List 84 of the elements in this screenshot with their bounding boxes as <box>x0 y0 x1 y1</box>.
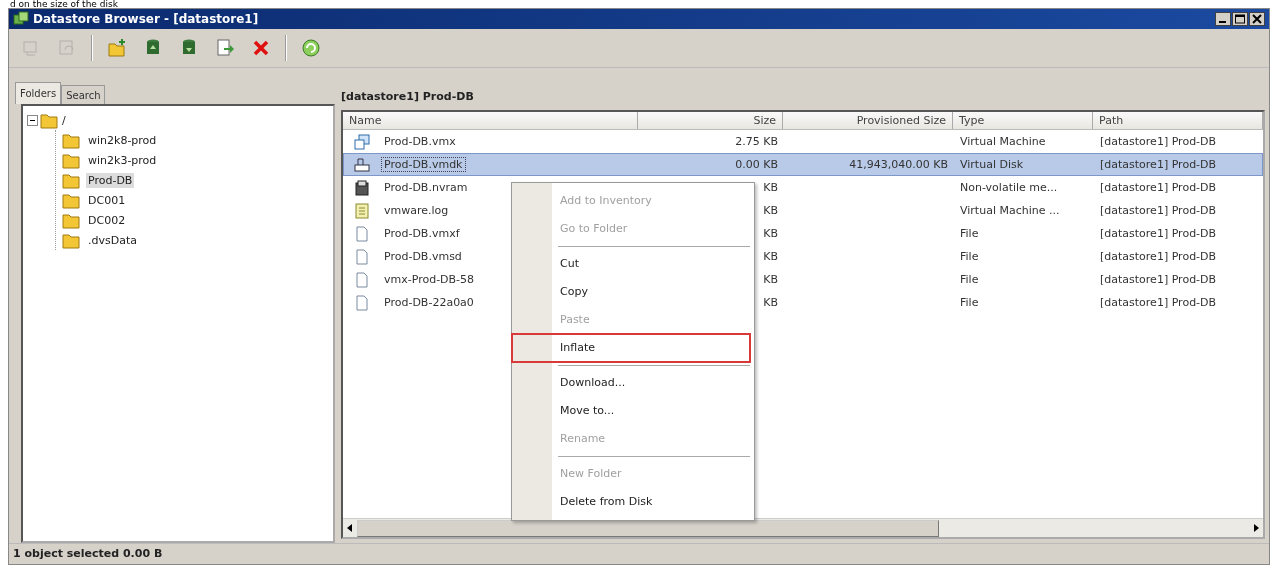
file-size: KB <box>763 250 778 263</box>
folder-icon <box>62 171 80 189</box>
file-path: [datastore1] Prod-DB <box>1100 296 1217 309</box>
file-type: File <box>960 227 979 240</box>
file-size: KB <box>763 296 778 309</box>
column-header[interactable]: Provisioned Size <box>783 112 953 129</box>
file-path: [datastore1] Prod-DB <box>1100 250 1217 263</box>
column-header[interactable]: Path <box>1093 112 1263 129</box>
tab[interactable]: Folders <box>15 82 62 104</box>
tree-item[interactable]: Prod-DB <box>86 172 135 188</box>
horizontal-scrollbar[interactable] <box>343 518 1263 537</box>
column-header[interactable]: Size <box>638 112 783 129</box>
column-header[interactable]: Type <box>953 112 1093 129</box>
file-icon <box>354 248 370 265</box>
file-icon <box>354 156 370 173</box>
folder-icon <box>62 211 80 229</box>
file-path: [datastore1] Prod-DB <box>1100 204 1217 217</box>
tree-item[interactable]: .dvsData <box>86 232 139 248</box>
file-icon <box>354 202 370 219</box>
refresh-icon <box>301 38 321 58</box>
menu-item[interactable]: Inflate <box>512 334 750 362</box>
file-path: [datastore1] Prod-DB <box>1100 158 1217 171</box>
folder-path: [datastore1] Prod-DB <box>341 90 475 105</box>
file-icon <box>354 271 370 288</box>
delete-icon <box>251 38 271 58</box>
tab[interactable]: Search <box>61 85 106 104</box>
file-name[interactable]: vmware.log <box>382 204 451 217</box>
file-size: KB <box>763 204 778 217</box>
file-type: Virtual Machine ... <box>960 204 1060 217</box>
file-name[interactable]: Prod-DB.vmx <box>382 135 458 148</box>
file-name[interactable]: Prod-DB.vmdk <box>382 158 465 171</box>
file-name[interactable]: Prod-DB.vmxf <box>382 227 462 240</box>
menu-item[interactable]: Copy <box>512 278 750 306</box>
file-path: [datastore1] Prod-DB <box>1100 273 1217 286</box>
file-type: Non-volatile me... <box>960 181 1058 194</box>
file-size: KB <box>763 227 778 240</box>
menu-item[interactable]: Cut <box>512 250 750 278</box>
close-icon[interactable] <box>1249 12 1265 26</box>
folder-icon <box>62 231 80 249</box>
file-name[interactable]: Prod-DB-22a0a0 <box>382 296 476 309</box>
file-icon <box>354 179 370 196</box>
file-path: [datastore1] Prod-DB <box>1100 227 1217 240</box>
file-size: KB <box>763 181 778 194</box>
status-bar: 1 object selected 0.00 B <box>9 543 1269 564</box>
column-header[interactable]: Name <box>343 112 638 129</box>
folder-icon <box>62 191 80 209</box>
app-icon <box>13 11 29 27</box>
provisioned-size: 41,943,040.00 KB <box>849 158 948 171</box>
menu-item[interactable]: Move to... <box>512 397 750 425</box>
collapse-icon[interactable] <box>27 114 38 126</box>
tree-item[interactable]: / <box>60 112 68 128</box>
file-size: 0.00 KB <box>735 158 778 171</box>
file-type: Virtual Machine <box>960 135 1046 148</box>
folder-icon <box>62 151 80 169</box>
file-path: [datastore1] Prod-DB <box>1100 135 1217 148</box>
caption-text: d on the size of the disk <box>9 0 119 8</box>
file-type: File <box>960 250 979 263</box>
menu-item[interactable]: Delete from Disk <box>512 488 750 516</box>
new-folder-icon <box>107 38 127 58</box>
minimize-icon[interactable] <box>1215 12 1231 26</box>
file-type: Virtual Disk <box>960 158 1024 171</box>
file-icon <box>354 294 370 311</box>
folder-icon <box>62 131 80 149</box>
file-type: File <box>960 273 979 286</box>
folder-icon <box>40 111 58 129</box>
toolbar-button[interactable] <box>299 36 323 60</box>
file-name[interactable]: vmx-Prod-DB-58 <box>382 273 477 286</box>
window-title: Datastore Browser - [datastore1] <box>33 12 259 26</box>
file-path: [datastore1] Prod-DB <box>1100 181 1217 194</box>
file-icon <box>354 225 370 242</box>
file-size: 2.75 KB <box>735 135 778 148</box>
file-type: File <box>960 296 979 309</box>
document-icon <box>57 38 77 58</box>
file-name[interactable]: Prod-DB.nvram <box>382 181 470 194</box>
file-name[interactable]: Prod-DB.vmsd <box>382 250 464 263</box>
tree-item[interactable]: win2k8-prod <box>86 132 159 148</box>
maximize-icon[interactable] <box>1232 12 1248 26</box>
tree-item[interactable]: win2k3-prod <box>86 152 159 168</box>
file-icon <box>354 133 370 150</box>
tree-item[interactable]: DC002 <box>86 212 128 228</box>
file-size: KB <box>763 273 778 286</box>
menu-item[interactable]: Download... <box>512 369 750 397</box>
tree-item[interactable]: DC001 <box>86 192 128 208</box>
move-icon <box>215 38 235 58</box>
